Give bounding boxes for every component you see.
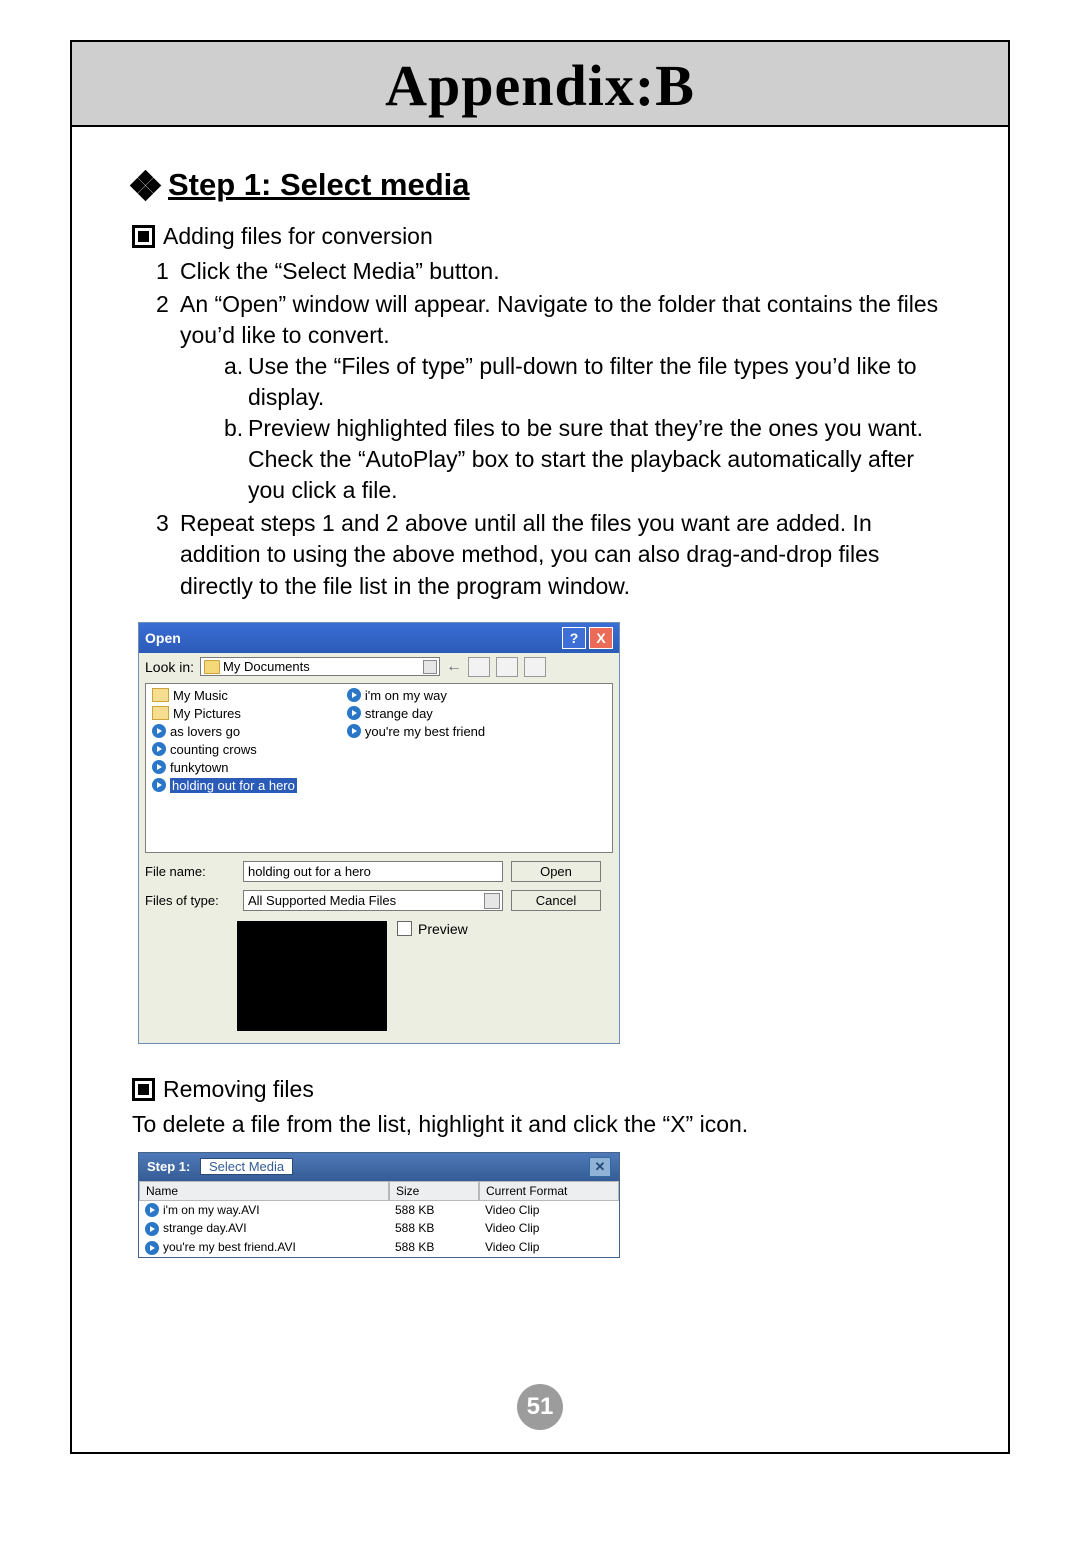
page-number: 51 [517,1384,563,1430]
media-file-icon [152,778,166,792]
open-dialog: Open ? X Look in: My Documents ← My Musi… [138,622,620,1044]
filename-label: File name: [145,864,235,879]
media-list-panel: Step 1: Select Media ✕ Name Size Current… [138,1152,620,1258]
close-icon[interactable]: X [589,627,613,649]
help-icon[interactable]: ? [562,627,586,649]
col-size: Size [389,1181,479,1201]
substep-item: Preview highlighted files to be sure tha… [224,413,948,506]
open-dialog-titlebar: Open ? X [139,623,619,653]
substep-item: Use the “Files of type” pull-down to fil… [224,351,948,413]
select-media-button[interactable]: Select Media [200,1158,293,1175]
media-file-icon [145,1203,159,1217]
step-item: Click the “Select Media” button. [156,256,948,287]
filetype-label: Files of type: [145,893,235,908]
preview-label: Preview [418,921,468,937]
media-file-icon [152,742,166,756]
media-file-icon [145,1241,159,1255]
step-item: Repeat steps 1 and 2 above until all the… [156,508,948,601]
removing-heading: Removing files [163,1074,314,1105]
substep-list: Use the “Files of type” pull-down to fil… [180,351,948,506]
media-file-icon [145,1222,159,1236]
appendix-header: Appendix:B [72,42,1008,127]
col-format: Current Format [479,1181,619,1201]
back-icon[interactable]: ← [446,658,462,676]
new-folder-icon[interactable] [496,657,518,677]
file-browser-area[interactable]: My Music My Pictures as lovers go counti… [145,683,613,853]
filename-input[interactable] [243,861,503,882]
folder-icon [152,688,169,702]
media-table: Name Size Current Format i'm on my way.A… [139,1181,619,1257]
page-title: Appendix:B [72,52,1008,119]
media-file-icon [152,760,166,774]
media-file-icon [347,706,361,720]
media-file-icon [347,688,361,702]
media-file-icon [152,724,166,738]
diamond-bullet-icon [132,172,158,198]
remove-file-x-icon[interactable]: ✕ [589,1157,611,1177]
preview-checkbox[interactable] [397,921,412,936]
open-dialog-title: Open [145,630,181,646]
step-item: An “Open” window will appear. Navigate t… [156,289,948,506]
lookin-combo[interactable]: My Documents [200,657,440,676]
square-bullet-icon [132,1078,155,1101]
preview-box [237,921,387,1031]
removing-text: To delete a file from the list, highligh… [132,1109,948,1140]
cancel-button[interactable]: Cancel [511,890,601,911]
col-name: Name [139,1181,389,1201]
open-button[interactable]: Open [511,861,601,882]
folder-icon [152,706,169,720]
filetype-combo[interactable]: All Supported Media Files [243,890,503,911]
step-title: Step 1: Select media [168,167,470,203]
up-folder-icon[interactable] [468,657,490,677]
media-list-title: Step 1: [147,1159,190,1174]
view-menu-icon[interactable] [524,657,546,677]
selected-file[interactable]: holding out for a hero [170,778,297,793]
lookin-label: Look in: [145,659,194,675]
media-file-icon [347,724,361,738]
square-bullet-icon [132,225,155,248]
adding-step-list: Click the “Select Media” button. An “Ope… [132,256,948,602]
adding-heading: Adding files for conversion [163,221,433,252]
